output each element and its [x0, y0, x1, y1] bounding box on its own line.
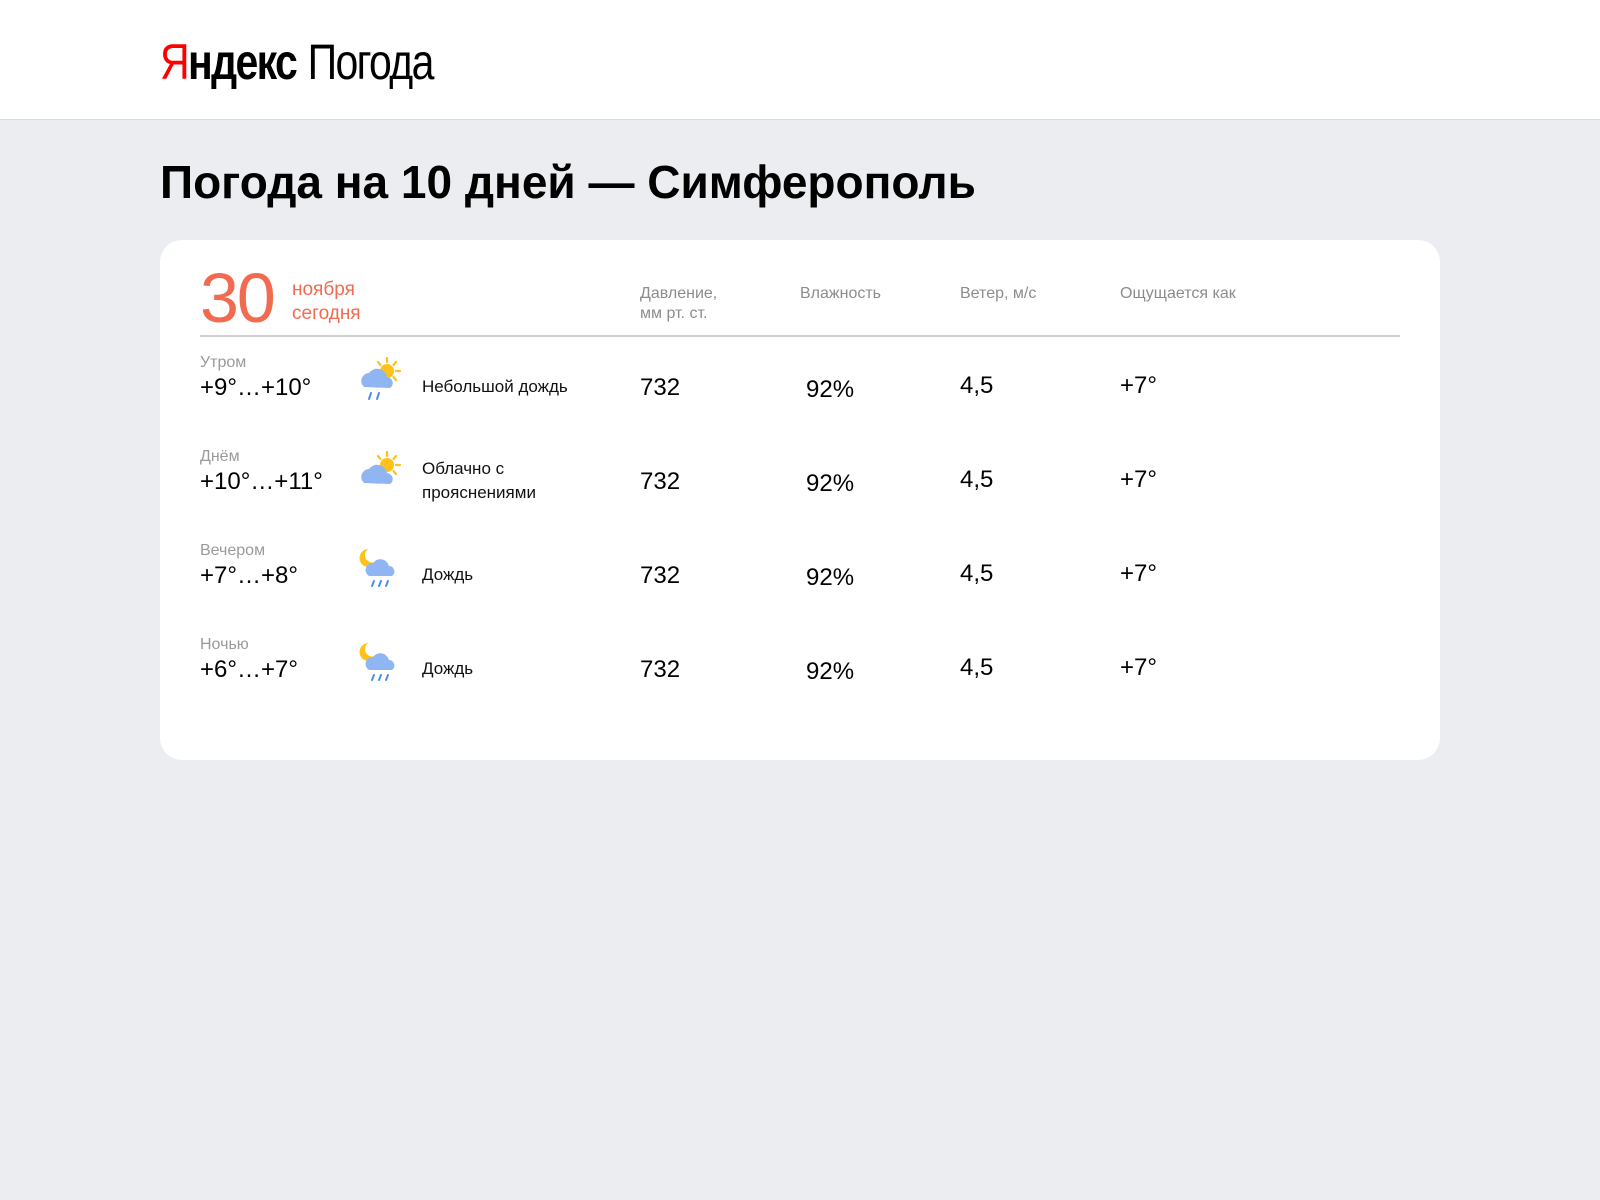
humidity-value: 92%	[806, 376, 855, 403]
temperature-range: +6°…+7°	[200, 656, 298, 683]
cloud-sun-icon	[355, 449, 405, 499]
humidity-value: 92%	[806, 564, 855, 591]
column-header-humidity: Влажность	[800, 285, 882, 302]
forecast-row-day: Днём +10°…+11° Облачно с прояснениями 73…	[160, 447, 1440, 541]
header-divider	[200, 335, 1400, 337]
site-header: Яндекс Погода	[0, 0, 1600, 120]
feels-like-value: +7°	[1120, 654, 1157, 681]
temperature-range: +10°…+11°	[200, 468, 323, 495]
column-header-wind: Ветер, м/с	[960, 285, 1037, 302]
forecast-row-morning: Утром +9°…+10° Небольшой дождь 732 92% 4…	[160, 353, 1440, 447]
weather-condition: Дождь	[422, 565, 474, 584]
yandex-weather-logo[interactable]: Яндекс Погода	[160, 30, 435, 94]
date-month: ноября	[292, 279, 355, 300]
date-day: 30	[200, 259, 276, 337]
forecast-row-evening: Вечером +7°…+8° Дождь 732 92% 4,5 +7°	[160, 541, 1440, 635]
logo-first-letter: Я	[160, 34, 190, 90]
day-part-label: Днём	[200, 448, 240, 465]
cloud-sun-rain-icon	[355, 355, 405, 405]
feels-like-value: +7°	[1120, 560, 1157, 587]
cloud-moon-rain-icon	[355, 637, 405, 687]
page-title: Погода на 10 дней — Симферополь	[160, 156, 976, 208]
logo-product-name: Погода	[307, 34, 435, 90]
day-part-label: Вечером	[200, 542, 266, 559]
pressure-header-line2: мм рт. ст.	[640, 305, 708, 322]
pressure-value: 732	[640, 656, 681, 683]
weather-condition: Облачно с прояснениями	[422, 459, 536, 502]
wind-value: 4,5	[960, 466, 994, 493]
wind-value: 4,5	[960, 372, 994, 399]
cloud-moon-rain-icon	[355, 543, 405, 593]
humidity-value: 92%	[806, 470, 855, 497]
feels-like-value: +7°	[1120, 466, 1157, 493]
pressure-value: 732	[640, 562, 681, 589]
column-header-pressure: Давление, мм рт. ст.	[640, 284, 717, 324]
temperature-range: +9°…+10°	[200, 374, 312, 401]
temperature-range: +7°…+8°	[200, 562, 298, 589]
day-part-label: Ночью	[200, 636, 249, 653]
day-part-label: Утром	[200, 354, 247, 371]
logo-brand-rest: ндекс	[187, 34, 298, 90]
humidity-value: 92%	[806, 658, 855, 685]
wind-value: 4,5	[960, 654, 994, 681]
forecast-row-night: Ночью +6°…+7° Дождь 732 92% 4,5 +7°	[160, 635, 1440, 729]
weather-condition: Дождь	[422, 659, 474, 678]
pressure-value: 732	[640, 374, 681, 401]
wind-value: 4,5	[960, 560, 994, 587]
pressure-header-line1: Давление,	[640, 285, 718, 302]
date-relative: сегодня	[292, 303, 361, 324]
column-header-feels-like: Ощущается как	[1120, 285, 1236, 302]
weather-condition: Небольшой дождь	[422, 377, 568, 396]
feels-like-value: +7°	[1120, 372, 1157, 399]
day-forecast-card: 30 ноября сегодня Давление, мм рт. ст. В…	[160, 240, 1440, 760]
pressure-value: 732	[640, 468, 681, 495]
